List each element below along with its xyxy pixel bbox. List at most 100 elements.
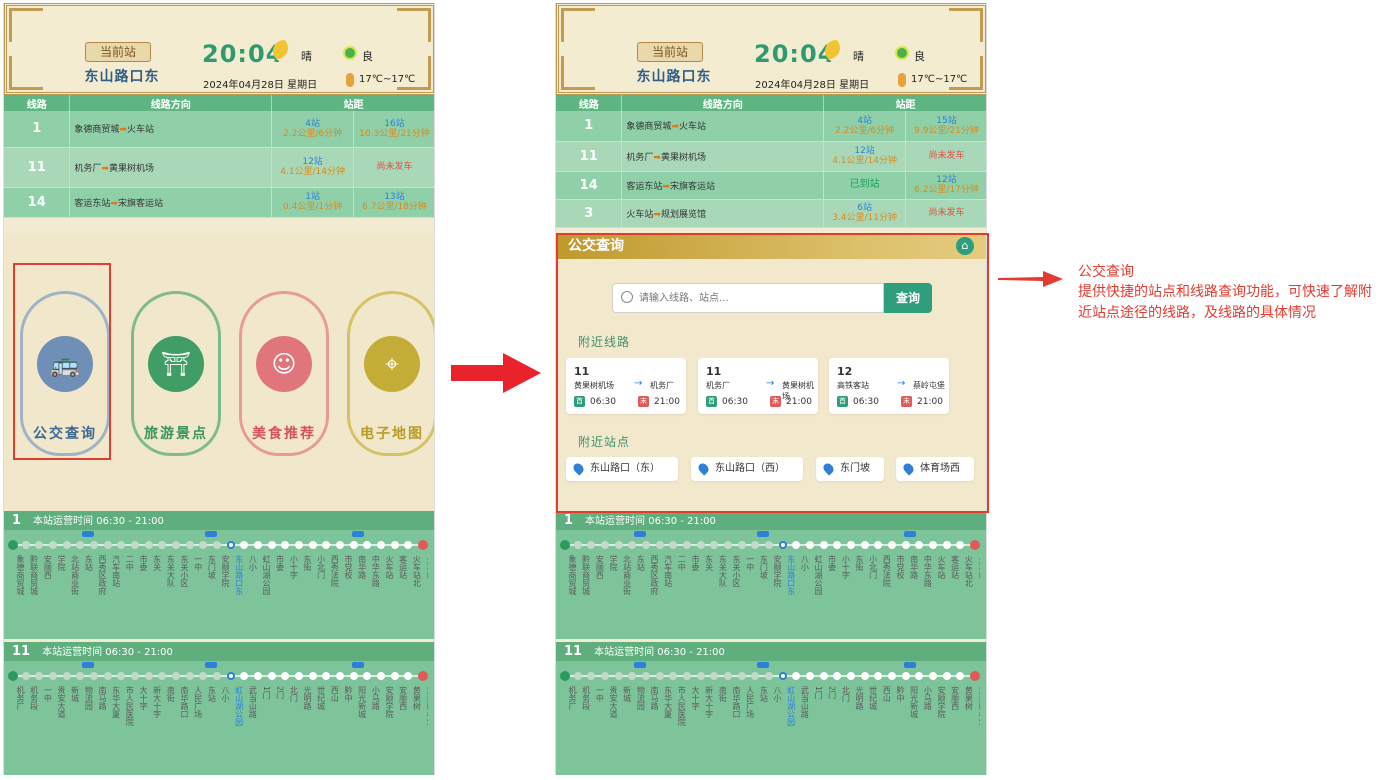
stop-name: 北门 [841,686,851,702]
stop-dot [117,541,126,549]
stops-away: 15站 [936,115,957,126]
line-direction: 客运东站➡宋旗客运站 [621,171,825,200]
stop-name: 大十字 [691,686,700,710]
stop-name: 火车站北 [964,555,974,587]
stop-dot [888,541,896,549]
table-row[interactable]: 3 火车站➡规划展览馆 6站 3.4公里/11分钟 尚未发车 [556,199,986,228]
stop-dot [336,541,344,549]
stop-name: 黄果树机场 [426,686,428,726]
hours-label: 本站运营时间 [33,516,94,527]
pagoda-icon: ⛩ [148,336,204,392]
table-row[interactable]: 14 客运东站➡宋旗客运站 1站 0.4公里/1分钟 13站 6.7公里/18分钟 [4,187,434,218]
stop-name: 市委 [691,555,700,571]
map-card[interactable]: ⌖ 电子地图 [347,291,434,456]
not-departed: 尚未发车 [376,162,413,172]
stop-name: 阳光新城 [909,686,919,718]
stop-name: 小马路 [371,686,381,710]
stop-name: 新大十字 [704,686,714,718]
stop-dot [642,672,650,680]
stop-name: 中华东路 [371,555,381,587]
stop-dot [970,540,980,550]
stop-dot [267,541,276,549]
direction-from: 火车站 [626,209,654,220]
stop-dot [833,541,842,549]
stop-name: 东门坡 [207,555,217,579]
stop-dot [390,541,399,549]
tourist-spots-label: 旅游景点 [144,426,208,442]
stop-dot [213,672,221,680]
weather-text: 晴 [301,50,312,63]
stop-dot [847,541,855,549]
stop-dot [349,541,358,549]
not-departed: 尚未发车 [928,208,965,218]
stop-name: 新城 [70,686,80,702]
col-header-line: 线路 [4,95,71,111]
stop-name: 黔中 [344,686,353,702]
stop-name: 安顺西 [950,686,960,710]
distance-time: 0.4公里/1分钟 [283,202,343,212]
stop-dot [21,672,30,680]
stop-name: 机务段 [581,686,591,710]
stop-dot [185,541,194,549]
stop-dot [158,541,167,549]
arrow-right-icon: ➡ [101,163,109,174]
table-row[interactable]: 14 客运东站➡宋旗客运站 已到站 12站 6.2公里/17分钟 [556,171,986,200]
stop-dot [90,541,98,549]
stop-name: 小十字 [289,555,299,579]
stop-dot [956,541,965,549]
col-header-distance: 站距 [271,95,434,111]
stop-name: 黄果树 [412,686,422,710]
stop-dot [322,541,331,549]
stop-name: 客运站 [398,555,408,579]
thermometer-icon [898,73,906,87]
stop-dot [117,672,126,680]
stop-dot [901,672,910,680]
table-row[interactable]: 1 象德商贸城➡火车站 4站 2.2公里/6分钟 16站 10.3公里/21分钟 [4,111,434,148]
col-header-distance: 站距 [823,95,986,111]
stop-dot [929,672,937,680]
distance-time: 6.7公里/18分钟 [362,202,427,212]
stop-dot [888,672,896,680]
stop-dot [970,671,980,681]
tourist-spots-card[interactable]: ⛩ 旅游景点 [131,291,221,456]
bus-icon [904,531,917,537]
stop-name: 北门 [289,686,299,702]
stop-dot [874,541,883,549]
strip-line-number: 1 [12,513,22,528]
bus-icon [204,531,217,537]
header-corner [561,56,595,90]
stop-dot [103,541,112,549]
stop-dot [377,541,385,549]
stop-dot [901,541,910,549]
food-card[interactable]: ☺ 美食推荐 [239,291,329,456]
stop-dot [587,541,596,549]
stop-name: 贵安大道 [57,686,66,718]
stop-name: 南马路 [98,686,107,710]
air-quality-icon [343,46,357,60]
stop-name: 光明路 [855,686,864,710]
stop-dot [35,541,44,549]
stop-dot [942,541,951,549]
next-bus-1: 6站 3.4公里/11分钟 [823,199,907,228]
stop-dot [929,541,937,549]
table-row[interactable]: 11 机务厂➡黄果树机场 12站 4.1公里/14分钟 尚未发车 [556,141,986,172]
table-row[interactable]: 1 象德商贸城➡火车站 4站 2.2公里/6分钟 15站 9.9公里/21分钟 [556,111,986,142]
arrived: 已到站 [849,179,880,190]
stop-name: 二中 [125,555,135,571]
table-row[interactable]: 11 机务厂➡黄果树机场 12站 4.1公里/14分钟 尚未发车 [4,147,434,188]
strip-line-number: 11 [12,644,31,659]
direction-from: 客运东站 [626,181,663,192]
direction-to: 火车站 [126,125,154,136]
distance-time: 10.3公里/21分钟 [359,128,430,139]
direction-to: 宋旗客运站 [669,181,715,192]
stop-name: 象德商贸城 [568,555,577,595]
stops-away: 12站 [936,175,957,185]
line-direction: 火车站➡规划展览馆 [621,199,825,228]
stop-name: 小马路 [923,686,933,710]
arrow-right-icon: ➡ [653,152,661,163]
stop-name: 火车站 [978,555,980,579]
bus-icon [904,662,917,668]
stop-name: 武当山路 [800,686,810,718]
station-header: 当前站 东山路口东 20:04 晴 良 2024年04月28日 星期日 17℃~… [4,3,434,95]
stop-name: 南街 [718,686,728,702]
